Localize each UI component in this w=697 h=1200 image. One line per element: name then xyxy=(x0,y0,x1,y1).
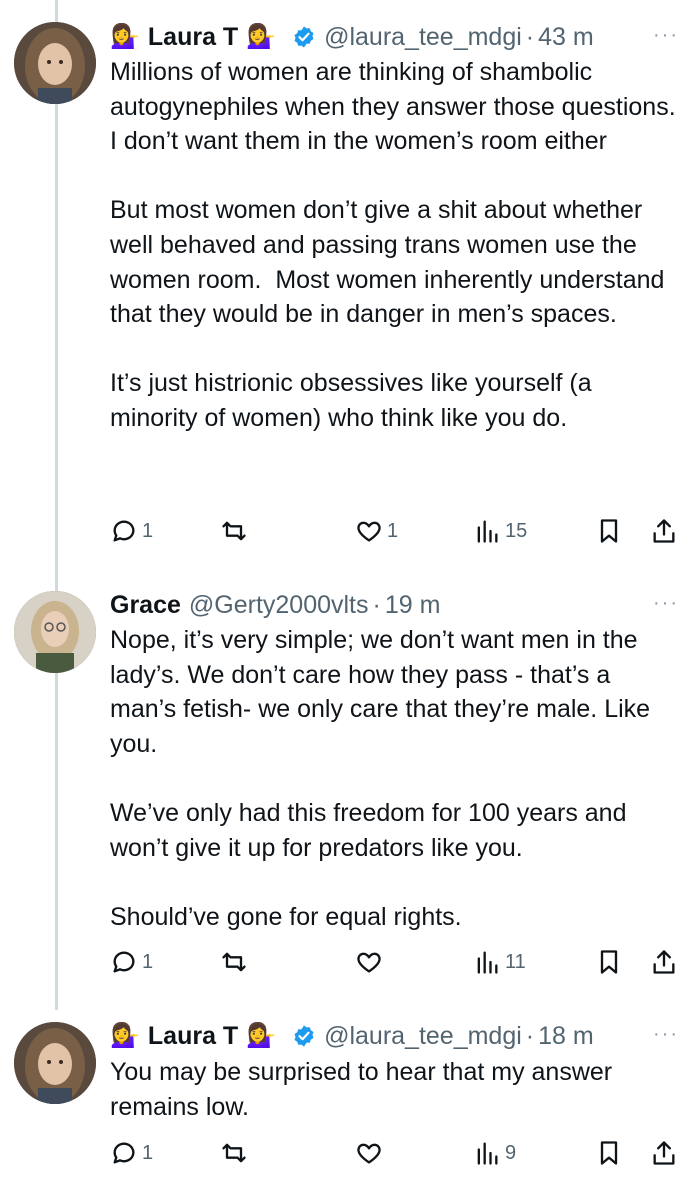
more-icon[interactable]: ··· xyxy=(653,1023,679,1046)
retweet-icon xyxy=(222,1143,246,1163)
avatar[interactable] xyxy=(14,1022,96,1104)
tweet-header: 💁‍♀️ Laura T 💁‍♀️ @laura_tee_mdgi · 18 m xyxy=(110,1019,594,1053)
views-icon xyxy=(477,520,498,543)
like-button[interactable] xyxy=(355,1135,387,1171)
more-icon[interactable]: ··· xyxy=(653,592,679,615)
bookmark-icon xyxy=(600,519,618,543)
timestamp[interactable]: 19 m xyxy=(385,591,441,620)
person-tipping-hand-emoji: 💁‍♀️ xyxy=(110,1022,140,1049)
avatar[interactable] xyxy=(14,22,96,104)
avatar-photo xyxy=(14,591,96,673)
author-handle[interactable]: @laura_tee_mdgi xyxy=(324,23,522,52)
like-icon xyxy=(357,521,381,542)
like-count: 1 xyxy=(387,519,399,542)
like-button[interactable] xyxy=(355,944,387,980)
timestamp[interactable]: 43 m xyxy=(538,23,594,52)
verified-badge-icon xyxy=(294,1025,314,1047)
retweet-icon xyxy=(222,521,246,541)
more-icon[interactable]: ··· xyxy=(653,24,679,47)
reply-button[interactable]: 1 xyxy=(110,1135,153,1171)
verified-badge-icon xyxy=(294,26,314,48)
timestamp[interactable]: 18 m xyxy=(538,1022,594,1051)
avatar-photo xyxy=(14,1022,96,1104)
reply-button[interactable]: 1 xyxy=(110,944,153,980)
thread-connector-line xyxy=(55,0,58,1010)
views-count: 9 xyxy=(505,1141,517,1164)
avatar[interactable] xyxy=(14,591,96,673)
author-handle[interactable]: @Gerty2000vlts xyxy=(189,591,369,620)
tweet-actions: 1 11 xyxy=(110,944,690,980)
separator-dot: · xyxy=(525,22,535,51)
retweet-button[interactable] xyxy=(220,513,252,549)
bookmark-button[interactable] xyxy=(595,1135,623,1171)
views-count: 11 xyxy=(505,950,526,973)
share-button[interactable] xyxy=(650,1135,678,1171)
reply-icon xyxy=(113,951,135,973)
person-tipping-hand-emoji: 💁‍♀️ xyxy=(246,23,277,50)
views-button[interactable]: 9 xyxy=(473,1135,516,1171)
person-tipping-hand-emoji: 💁‍♀️ xyxy=(110,23,140,50)
tweet-actions: 1 9 xyxy=(110,1135,690,1171)
tweet-text: Millions of women are thinking of shambo… xyxy=(110,58,676,432)
bookmark-icon xyxy=(600,950,618,974)
views-button[interactable]: 11 xyxy=(473,944,526,980)
like-button[interactable]: 1 xyxy=(355,513,398,549)
share-icon xyxy=(653,519,675,543)
like-icon xyxy=(357,952,381,973)
bookmark-button[interactable] xyxy=(595,513,623,549)
views-icon xyxy=(477,1142,498,1165)
author-handle[interactable]: @laura_tee_mdgi xyxy=(324,1022,522,1051)
views-count: 15 xyxy=(505,519,528,542)
reply-count: 1 xyxy=(142,1141,154,1164)
views-button[interactable]: 15 xyxy=(473,513,527,549)
bookmark-button[interactable] xyxy=(595,944,623,980)
retweet-button[interactable] xyxy=(220,944,252,980)
tweet-actions: 1 1 15 xyxy=(110,513,690,549)
separator-dot: · xyxy=(525,1021,535,1050)
share-icon xyxy=(653,1141,675,1165)
avatar-photo xyxy=(14,22,96,104)
reply-count: 1 xyxy=(142,519,154,542)
reply-button[interactable]: 1 xyxy=(110,513,153,549)
reply-count: 1 xyxy=(142,950,154,973)
tweet-header: 💁‍♀️ Laura T 💁‍♀️ @laura_tee_mdgi · 43 m xyxy=(110,20,594,54)
retweet-button[interactable] xyxy=(220,1135,252,1171)
bookmark-icon xyxy=(600,1141,618,1165)
retweet-icon xyxy=(222,952,246,972)
tweet-header: Grace @Gerty2000vlts · 19 m xyxy=(110,588,440,622)
person-tipping-hand-emoji: 💁‍♀️ xyxy=(246,1022,277,1049)
share-button[interactable] xyxy=(650,513,678,549)
share-button[interactable] xyxy=(650,944,678,980)
tweet-text: Nope, it’s very simple; we don’t want me… xyxy=(110,626,651,931)
views-icon xyxy=(477,951,498,974)
reply-icon xyxy=(113,520,135,542)
reply-icon xyxy=(113,1142,135,1164)
author-name[interactable]: Laura T xyxy=(148,1022,238,1051)
author-name[interactable]: Grace xyxy=(110,591,181,620)
tweet-text: You may be surprised to hear that my ans… xyxy=(110,1058,620,1121)
like-icon xyxy=(357,1143,381,1164)
separator-dot: · xyxy=(372,590,381,619)
author-name[interactable]: Laura T xyxy=(148,23,238,52)
share-icon xyxy=(653,950,675,974)
